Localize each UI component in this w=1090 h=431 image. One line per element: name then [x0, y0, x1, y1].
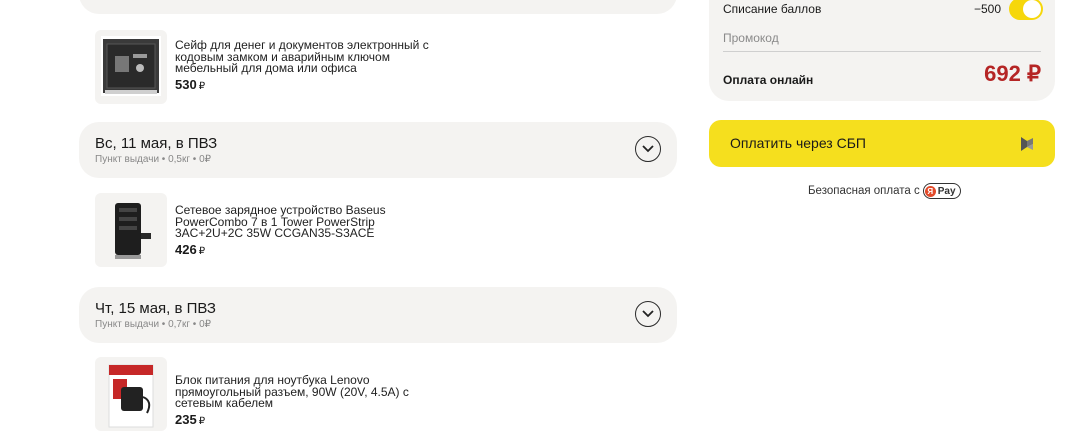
previous-delivery-card	[79, 0, 677, 14]
pay-button-label: Оплатить через СБП	[730, 135, 866, 151]
online-payment-label: Оплата онлайн	[723, 73, 814, 87]
chevron-down-icon	[642, 310, 654, 318]
product-name[interactable]: Блок питания для ноутбука Lenovo прямоуг…	[175, 374, 445, 410]
yandex-pay-icon: Я	[924, 185, 936, 197]
chevron-down-icon	[642, 145, 654, 153]
delivery-date-title: Вс, 11 мая, в ПВЗ	[95, 135, 218, 152]
product-name[interactable]: Сетевое зарядное устройство Baseus Power…	[175, 204, 445, 240]
product-price: 530 ₽	[175, 77, 445, 92]
sbp-icon	[1021, 137, 1033, 151]
expand-chevron-button[interactable]	[635, 136, 661, 162]
promo-code-input[interactable]: Промокод	[723, 29, 1041, 52]
order-summary-card: Списание баллов −500 Промокод Оплата онл…	[709, 0, 1055, 101]
product-name[interactable]: Сейф для денег и документов электронный …	[175, 39, 445, 75]
delivery-group-header[interactable]: Вс, 11 мая, в ПВЗ Пункт выдачи • 0,5кг •…	[79, 122, 677, 178]
delivery-details: Пункт выдачи • 0,5кг • 0₽	[95, 154, 211, 165]
price-value: 530	[175, 76, 197, 92]
bonus-label: Списание баллов	[723, 2, 822, 16]
pay-sbp-button[interactable]: Оплатить через СБП	[709, 120, 1055, 167]
yandex-pay-badge: Я Pay	[922, 183, 961, 199]
product-image	[95, 30, 167, 104]
pay-badge-text: Pay	[937, 185, 956, 197]
product-price: 426 ₽	[175, 242, 445, 257]
toggle-knob	[1023, 0, 1041, 18]
delivery-group-header[interactable]: Чт, 15 мая, в ПВЗ Пункт выдачи • 0,7кг •…	[79, 287, 677, 343]
product-image	[95, 193, 167, 267]
currency-symbol: ₽	[198, 415, 206, 427]
secure-payment-note: Безопасная оплата с Я Pay	[808, 183, 961, 199]
secure-payment-text: Безопасная оплата с	[808, 185, 920, 197]
bonus-toggle[interactable]	[1009, 0, 1043, 20]
bonus-value: −500	[973, 2, 1001, 16]
delivery-details: Пункт выдачи • 0,7кг • 0₽	[95, 319, 211, 330]
currency-symbol: ₽	[198, 80, 206, 92]
delivery-date-title: Чт, 15 мая, в ПВЗ	[95, 300, 216, 317]
expand-chevron-button[interactable]	[635, 301, 661, 327]
total-amount: 692 ₽	[984, 61, 1041, 86]
product-price: 235 ₽	[175, 412, 445, 427]
currency-symbol: ₽	[198, 245, 206, 257]
product-image	[95, 357, 167, 431]
promo-placeholder: Промокод	[723, 31, 779, 45]
price-value: 426	[175, 241, 197, 257]
price-value: 235	[175, 411, 197, 427]
